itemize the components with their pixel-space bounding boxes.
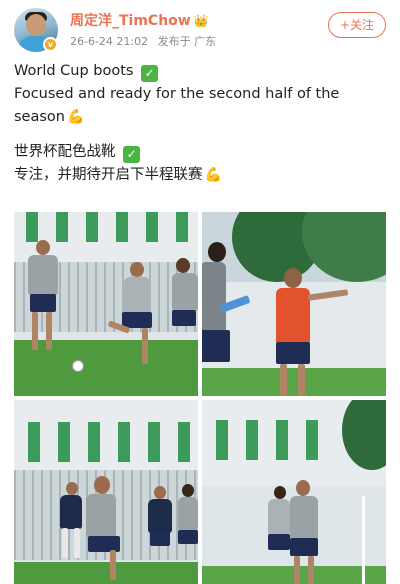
post-date: 26-6-24 21:02: [70, 35, 149, 48]
training-photo-3[interactable]: [14, 400, 198, 584]
text-line-4: 专注，并期待开启下半程联赛 💪: [14, 164, 384, 187]
post-header: v 周定洋_TimChow 👑 26-6-24 21:02 发布于 广东 +关注: [0, 0, 400, 58]
follow-button[interactable]: +关注: [328, 12, 386, 38]
post-location: 发布于 广东: [157, 35, 217, 48]
username[interactable]: 周定洋_TimChow 👑: [70, 10, 209, 30]
text-line-2: Focused and ready for the second half of…: [14, 83, 384, 129]
text-line-1: World Cup boots ✓: [14, 60, 384, 83]
training-photo-1[interactable]: [14, 212, 198, 396]
crown-icon: 👑: [193, 14, 209, 28]
username-text[interactable]: 周定洋_TimChow: [70, 13, 191, 29]
bicep-icon: 💪: [204, 167, 222, 183]
post-text: World Cup boots ✓ Focused and ready for …: [14, 60, 384, 187]
bicep-icon: 💪: [66, 109, 85, 125]
training-photo-2[interactable]: [202, 212, 386, 396]
verified-badge-icon: v: [43, 37, 58, 52]
check-icon: ✓: [141, 65, 159, 82]
text-line-3: 世界杯配色战靴 ✓: [14, 141, 384, 164]
photo-grid: [14, 212, 386, 584]
check-icon: ✓: [123, 146, 141, 163]
post-meta: 26-6-24 21:02 发布于 广东: [70, 33, 216, 49]
training-photo-4[interactable]: [202, 400, 386, 584]
